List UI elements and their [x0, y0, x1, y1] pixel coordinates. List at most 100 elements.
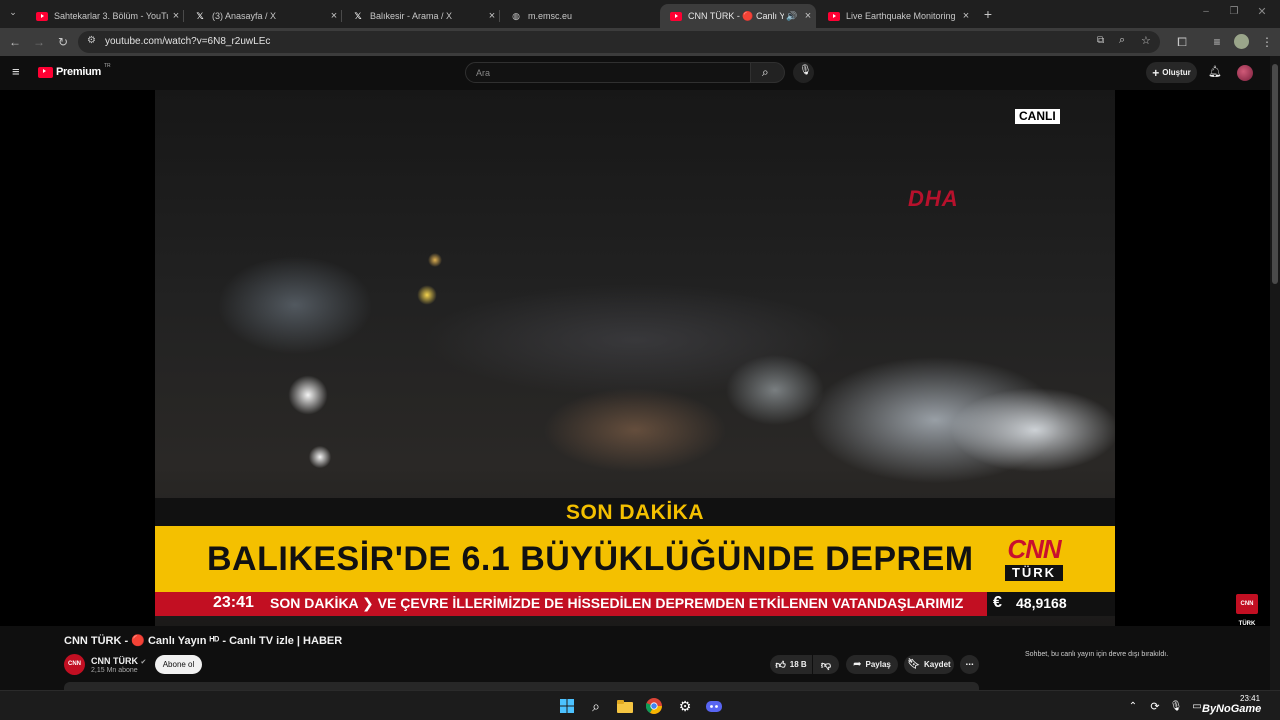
bookmark-icon: 🔖︎ — [907, 659, 920, 670]
youtube-header: ≡ Premium TR Ara ⌕ 🎙 + Oluştur 🔔︎ — [0, 56, 1270, 90]
microphone-tray-icon[interactable]: 🎙 — [1166, 696, 1186, 716]
discord-icon[interactable] — [704, 696, 724, 716]
new-tab-button[interactable]: + — [980, 6, 996, 22]
turk-logo-text: TÜRK — [1005, 565, 1063, 581]
headline-text: BALIKESİR'DE 6.1 BÜYÜKLÜĞÜNDE DEPREM — [207, 540, 974, 578]
forward-arrow-icon[interactable]: → — [32, 35, 46, 49]
youtube-icon — [828, 10, 840, 22]
install-app-icon[interactable]: ⧉ — [1097, 35, 1104, 46]
dislike-button[interactable]: 👎︎ — [813, 655, 839, 674]
tab-x-search[interactable]: 𝕏 Balıkesir - Arama / X × — [342, 4, 500, 28]
save-label: Kaydet — [924, 660, 951, 669]
search-placeholder: Ara — [476, 68, 491, 78]
site-info-icon[interactable]: ⚙ — [87, 35, 96, 46]
page-scrollbar[interactable] — [1270, 56, 1280, 690]
channel-watermark[interactable]: CNN TÜRK — [1236, 594, 1258, 627]
extensions-icon[interactable]: ⧠ — [1175, 35, 1189, 49]
search-input[interactable]: Ara — [465, 62, 751, 83]
account-avatar[interactable] — [1237, 65, 1253, 81]
tab-x-home[interactable]: 𝕏 (3) Anasayfa / X × — [184, 4, 342, 28]
tab-title: Balıkesir - Arama / X — [370, 11, 453, 21]
search-icon[interactable]: ⌕ — [586, 696, 606, 716]
cnn-turk-logo: CNN TÜRK — [1003, 534, 1065, 584]
minimize-button[interactable]: – — [1196, 6, 1216, 22]
tray-chevron-icon[interactable]: ⌃ — [1123, 696, 1143, 716]
tab-search-button[interactable]: ⌄ — [6, 7, 20, 21]
youtube-logo-icon — [38, 66, 53, 78]
save-button[interactable]: 🔖︎ Kaydet — [904, 655, 954, 674]
video-player[interactable]: CANLI DHA SON DAKİKA BALIKESİR'DE 6.1 BÜ… — [0, 90, 1270, 627]
create-button[interactable]: + Oluştur — [1146, 62, 1197, 83]
browser-toolbar: ← → ↻ ⚙ youtube.com/watch?v=6N8_r2uwLEc … — [0, 28, 1280, 56]
browser-tab-strip: ⌄ Sahtekarlar 3. Bölüm - YouTube × 𝕏 (3)… — [0, 0, 1280, 28]
share-label: Paylaş — [865, 660, 891, 669]
subscribe-button[interactable]: Abone ol — [155, 655, 202, 674]
breaking-news-label: SON DAKİKA — [565, 501, 704, 524]
subscriber-count: 2,15 Mn abone — [91, 667, 138, 674]
close-icon[interactable]: × — [800, 10, 816, 22]
tab-title: (3) Anasayfa / X — [212, 11, 277, 21]
live-badge: CANLI — [1015, 109, 1060, 124]
youtube-icon — [670, 10, 682, 22]
media-controls-icon[interactable]: ≡ — [1210, 35, 1224, 49]
description-box[interactable] — [64, 682, 979, 690]
hamburger-menu-icon[interactable]: ≡ — [12, 65, 26, 79]
openai-app-icon[interactable]: ⚙ — [675, 696, 695, 716]
x-icon: 𝕏 — [354, 10, 362, 21]
ticker-text: SON DAKİKA ❯ VE ÇEVRE İLLERİMİZDE DE HİS… — [270, 595, 964, 611]
search-button[interactable]: ⌕ — [751, 62, 785, 83]
close-icon[interactable]: × — [168, 10, 184, 22]
dha-logo: DHA — [908, 186, 959, 211]
url-text[interactable]: youtube.com/watch?v=6N8_r2uwLEc — [105, 36, 270, 47]
ticker-time: 23:41 — [213, 594, 254, 611]
verified-check-icon: ✔ — [140, 659, 147, 666]
voice-search-button[interactable]: 🎙 — [793, 62, 814, 83]
notifications-bell-icon[interactable]: 🔔︎ — [1208, 65, 1222, 78]
profile-avatar[interactable] — [1234, 34, 1249, 49]
euro-rate: 48,9168 — [1016, 595, 1067, 611]
bookmark-star-icon[interactable]: ☆ — [1141, 34, 1151, 47]
sync-tray-icon[interactable]: ⟳ — [1145, 696, 1165, 716]
chat-disabled-message: Sohbet, bu canlı yayın için devre dışı b… — [1025, 651, 1169, 658]
zoom-icon[interactable]: ⌕ — [1119, 34, 1125, 47]
channel-name-text: CNN TÜRK — [91, 656, 138, 666]
close-icon[interactable]: × — [326, 10, 342, 22]
like-button[interactable]: 👍︎ 18 B — [770, 655, 812, 674]
close-icon[interactable]: × — [958, 10, 974, 22]
speaker-icon[interactable]: 🔊 — [784, 11, 800, 22]
channel-name[interactable]: CNN TÜRK ✔ — [91, 656, 146, 666]
video-frame[interactable]: CANLI DHA SON DAKİKA BALIKESİR'DE 6.1 BÜ… — [155, 90, 1115, 626]
maximize-button[interactable]: ❐ — [1224, 6, 1244, 22]
bynogame-watermark: ByNoGame — [1202, 703, 1262, 715]
more-actions-button[interactable]: ⋯ — [960, 655, 979, 674]
cnn-logo-text: CNN — [1007, 534, 1061, 564]
file-explorer-icon[interactable] — [615, 696, 635, 716]
microphone-icon: 🎙 — [799, 65, 812, 76]
tab-earthquake-monitoring[interactable]: Live Earthquake Monitoring | G × — [818, 4, 974, 28]
back-arrow-icon[interactable]: ← — [8, 35, 22, 49]
tab-sahtekarlar[interactable]: Sahtekarlar 3. Bölüm - YouTube × — [26, 4, 184, 28]
menu-kebab-icon[interactable]: ⋮ — [1260, 35, 1274, 49]
close-icon[interactable]: × — [484, 10, 500, 22]
tab-emsc[interactable]: ◍ m.emsc.eu — [500, 4, 658, 28]
share-button[interactable]: ➦ Paylaş — [846, 655, 898, 674]
address-bar[interactable]: ⚙ youtube.com/watch?v=6N8_r2uwLEc ⧉ ⌕ ☆ — [78, 31, 1160, 53]
window-close-button[interactable]: ✕ — [1252, 5, 1272, 21]
tab-cnn-turk[interactable]: CNN TÜRK - 🔴 Canlı Yayın 🔊 × — [660, 4, 816, 28]
windows-start-icon[interactable] — [557, 696, 577, 716]
share-icon: ➦ — [853, 659, 862, 670]
taskbar-clock[interactable]: 23:41 — [1240, 694, 1260, 703]
youtube-premium-logo[interactable]: Premium TR — [38, 63, 111, 78]
scrollbar-thumb[interactable] — [1272, 64, 1278, 284]
windows-taskbar: ⌕ ⚙ ⌃ ⟳ 🎙 ▭ 23:41 — [0, 690, 1280, 720]
tab-title: CNN TÜRK - 🔴 Canlı Yayın — [688, 10, 784, 21]
video-title: CNN TÜRK - 🔴 Canlı Yayın ᴴᴰ - Canlı TV i… — [64, 635, 343, 647]
breaking-news-strip: SON DAKİKA — [155, 498, 1115, 526]
plus-icon: + — [1152, 65, 1160, 80]
chrome-icon[interactable] — [644, 696, 664, 716]
tab-title: Live Earthquake Monitoring | G — [846, 11, 958, 21]
thumbs-down-icon: 👎︎ — [820, 659, 832, 671]
channel-avatar[interactable]: CNN — [64, 654, 85, 675]
reload-icon[interactable]: ↻ — [56, 35, 70, 49]
tab-title: Sahtekarlar 3. Bölüm - YouTube — [54, 11, 168, 21]
